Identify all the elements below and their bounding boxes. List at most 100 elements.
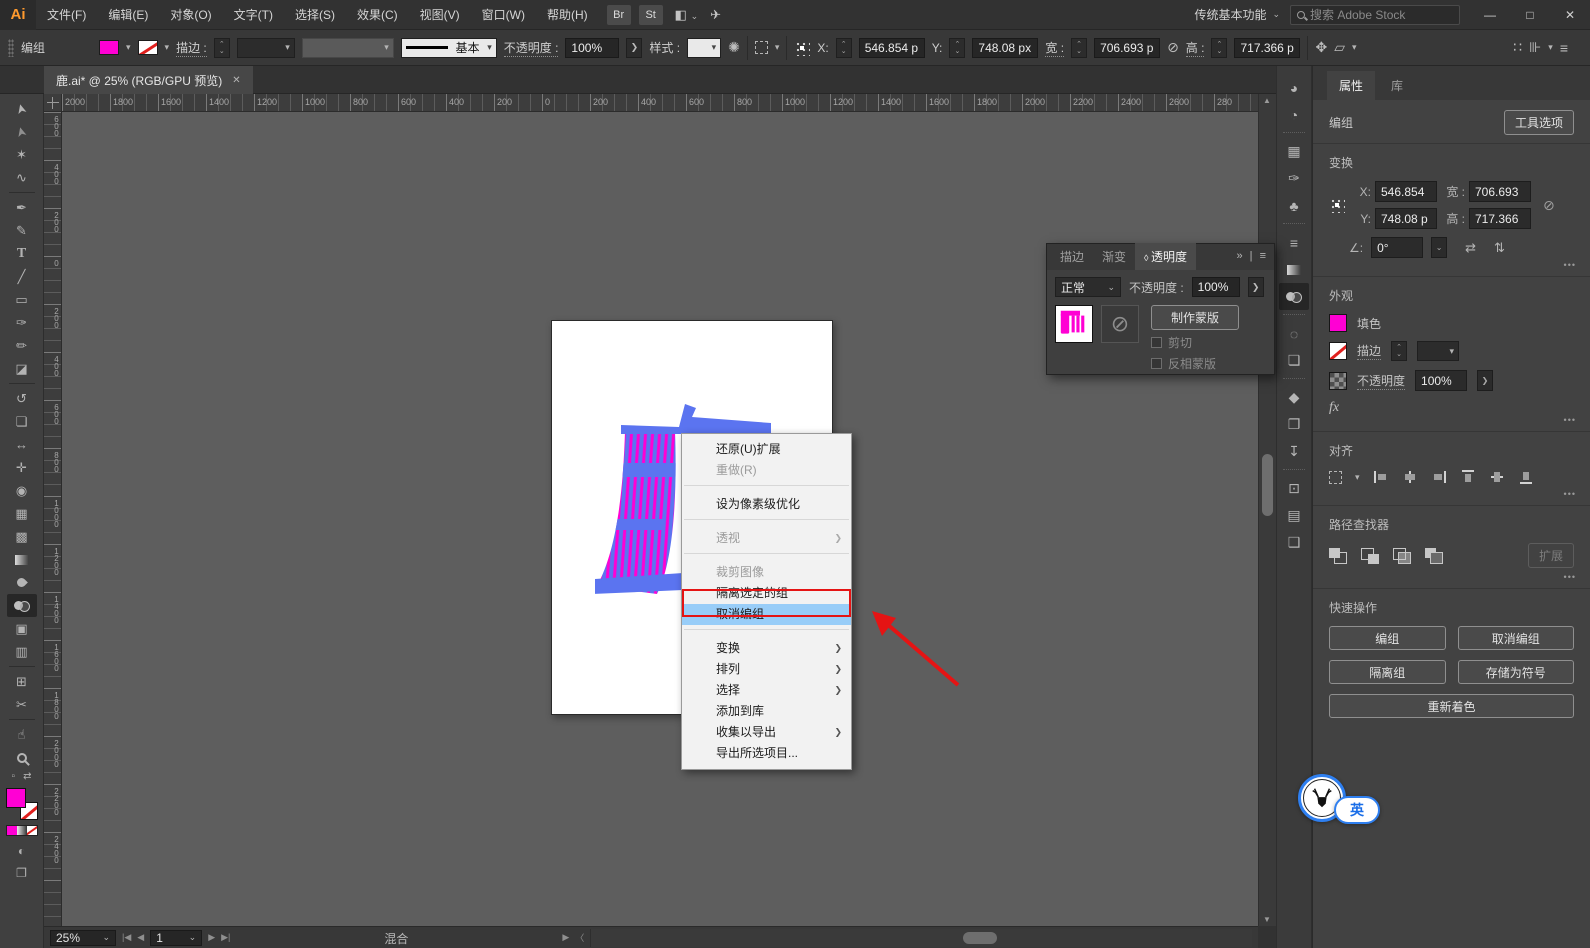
align-horizontal-center-icon[interactable]	[1402, 469, 1418, 485]
arrange-documents-icon[interactable]: ◧ ⌄	[675, 7, 698, 23]
column-graph-tool[interactable]: ▥	[7, 640, 37, 663]
expand-button[interactable]: 扩展	[1527, 543, 1574, 568]
eraser-tool[interactable]: ◪	[7, 357, 37, 380]
context-menu-item[interactable]	[682, 485, 851, 494]
fill-color-indicator[interactable]	[5, 788, 26, 808]
variable-width-profile-select[interactable]: 基本 ▾	[400, 37, 497, 58]
align-left-icon[interactable]	[1373, 469, 1389, 485]
horizontal-scroll-thumb[interactable]	[963, 931, 998, 944]
opacity-label[interactable]: 不透明度 :	[503, 39, 559, 57]
context-menu-item[interactable]: 选择	[682, 680, 851, 701]
align-right-icon[interactable]	[1431, 469, 1447, 485]
panel-tab[interactable]: 属性	[1327, 71, 1376, 100]
dock-icon[interactable]	[1279, 219, 1309, 229]
hand-tool[interactable]: ☝	[7, 723, 37, 746]
context-menu-item[interactable]: 取消编组	[682, 604, 851, 625]
status-popup-arrow[interactable]: ▶	[562, 932, 569, 943]
stroke-weight-stepper[interactable]: ⌃ ⌄	[213, 37, 230, 58]
share-icon[interactable]: ✈	[710, 7, 721, 23]
width-tool[interactable]: ↔	[7, 433, 37, 456]
screen-mode-icon[interactable]: ❐	[16, 866, 27, 880]
direct-selection-tool[interactable]: ➤	[7, 120, 37, 143]
vertical-scrollbar[interactable]: ▲ ▼	[1258, 94, 1276, 926]
mask-thumbnail[interactable]: ⊘	[1101, 305, 1139, 343]
pathfinder-exclude-icon[interactable]	[1425, 547, 1443, 564]
width-input[interactable]: 706.693	[1469, 181, 1531, 202]
align-to-selector[interactable]	[1329, 470, 1342, 484]
symbols-panel-icon[interactable]: ♣	[1279, 192, 1309, 219]
constrain-proportions-icon[interactable]: ⊘	[1543, 197, 1555, 214]
stroke-label[interactable]: 描边	[1357, 342, 1382, 360]
context-menu-item[interactable]: 设为像素级优化	[682, 494, 851, 515]
flip-vertical-icon[interactable]: ⇅	[1494, 240, 1505, 256]
draw-mode-icon[interactable]: ◐	[18, 844, 25, 858]
eyedropper-tool[interactable]	[7, 571, 37, 594]
reference-point-selector[interactable]	[1329, 197, 1345, 213]
appearance-panel-icon[interactable]: ◌	[1279, 320, 1309, 347]
pathfinder-minus-front-icon[interactable]	[1361, 547, 1379, 564]
graphic-styles-panel-icon[interactable]: ❏	[1279, 347, 1309, 374]
menubar-item[interactable]: 文字(T)	[223, 0, 284, 30]
quick-action-button[interactable]: 编组	[1329, 626, 1446, 650]
canvas[interactable]: 还原(U)扩展 重做(R) 设为像素级优化 透视 裁剪图像 隔离选定的组 取消编…	[62, 112, 1258, 926]
align-panel-icon[interactable]: ▤	[1279, 502, 1309, 529]
last-artboard-button[interactable]: ▶|	[221, 932, 230, 943]
dock-icon[interactable]	[1279, 310, 1309, 320]
symbol-sprayer-tool[interactable]: ▣	[7, 617, 37, 640]
color-mode-button[interactable]	[6, 826, 17, 835]
type-tool[interactable]: T	[7, 242, 37, 265]
control-options-icon[interactable]: ≡	[1560, 40, 1568, 56]
x-input[interactable]: 546.854	[1375, 181, 1437, 202]
quick-action-button[interactable]: 存储为符号	[1457, 660, 1574, 684]
more-options-icon[interactable]: •••	[1564, 489, 1576, 499]
fx-effects-icon[interactable]: fx	[1329, 400, 1339, 416]
context-menu-item[interactable]: 裁剪图像	[682, 562, 851, 583]
minimize-button[interactable]: —	[1470, 1, 1510, 29]
opacity-input[interactable]: 100%	[565, 37, 620, 58]
artboard-tool[interactable]: ⊞	[7, 670, 37, 693]
bridge-button[interactable]: Br	[606, 4, 631, 25]
asset-export-panel-icon[interactable]: ↧	[1279, 438, 1309, 465]
artwork-thumbnail[interactable]	[1055, 305, 1093, 343]
context-menu-item[interactable]	[682, 519, 851, 528]
dock-icon[interactable]	[1279, 128, 1309, 138]
menubar-item[interactable]: 编辑(E)	[97, 0, 159, 30]
panel-drag-handle[interactable]	[8, 38, 14, 57]
more-options-icon[interactable]: •••	[1564, 572, 1576, 582]
previous-artboard-button[interactable]: ◀	[137, 932, 144, 943]
context-menu-item[interactable]: 排列	[682, 659, 851, 680]
context-menu-item[interactable]: 导出所选项目...	[682, 743, 851, 764]
align-pixel-grid-icon[interactable]: ∷	[1513, 39, 1522, 56]
mesh-tool[interactable]: ▩	[7, 525, 37, 548]
color-panel-icon[interactable]: ◕	[1279, 74, 1309, 101]
chevron-down-icon[interactable]: ▾	[165, 42, 170, 53]
style-select[interactable]: ▾	[687, 37, 722, 58]
lasso-tool[interactable]: ∿	[7, 166, 37, 189]
curvature-tool[interactable]: ✎	[7, 219, 37, 242]
stroke-weight-select[interactable]: ▾	[1417, 341, 1460, 361]
tool[interactable]	[7, 663, 37, 670]
pencil-tool[interactable]: ✏	[7, 334, 37, 357]
ruler-origin-corner[interactable]	[44, 94, 62, 112]
swap-colors-icon[interactable]: ⇄	[23, 771, 31, 782]
quick-action-button[interactable]: 隔离组	[1329, 660, 1446, 684]
align-vertical-center-icon[interactable]	[1489, 469, 1505, 485]
tool[interactable]	[7, 380, 37, 387]
rotation-input[interactable]: 0°	[1371, 237, 1424, 258]
make-mask-button[interactable]: 制作蒙版	[1151, 305, 1239, 330]
opacity-popup-arrow[interactable]: ❯	[1247, 277, 1264, 297]
context-menu-item[interactable]: 重做(R)	[682, 460, 851, 481]
gradient-mode-button[interactable]	[16, 826, 27, 835]
context-menu-item[interactable]: 还原(U)扩展	[682, 439, 851, 460]
stroke-weight-label[interactable]: 描边 :	[176, 39, 207, 57]
scroll-left-icon[interactable]: 〈	[575, 931, 584, 944]
menubar-item[interactable]: 窗口(W)	[471, 0, 536, 30]
clip-checkbox[interactable]: 剪切	[1151, 334, 1239, 351]
arrange-icon[interactable]: ⊪	[1529, 39, 1541, 56]
scroll-up-icon[interactable]: ▲	[1263, 96, 1271, 105]
reference-point-selector[interactable]	[794, 39, 811, 56]
panel-tab[interactable]: 描边	[1051, 243, 1093, 270]
constrain-proportions-icon[interactable]: ⊘	[1167, 39, 1179, 56]
more-options-icon[interactable]: •••	[1564, 260, 1576, 270]
pathfinder-unite-icon[interactable]	[1329, 547, 1347, 564]
